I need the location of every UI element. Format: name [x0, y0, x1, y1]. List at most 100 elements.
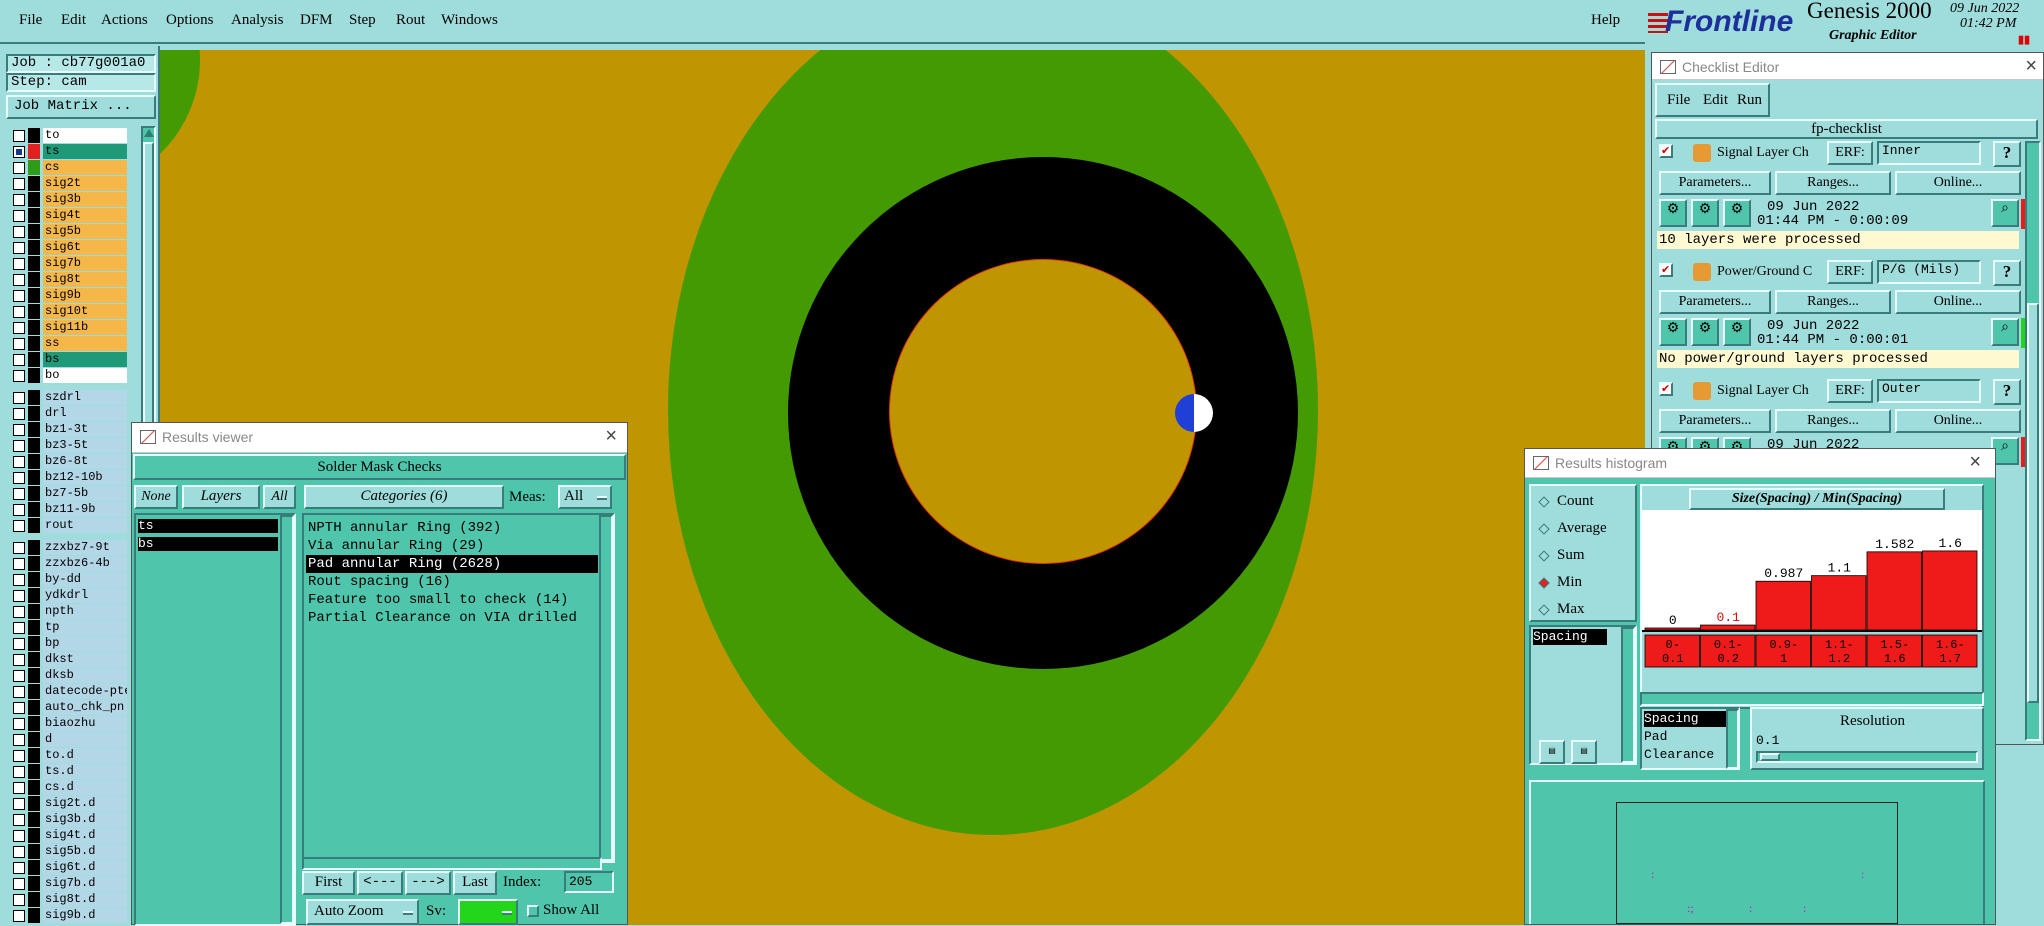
- layer-name[interactable]: drl: [43, 406, 127, 421]
- layer-name[interactable]: bz7-5b: [43, 486, 127, 501]
- job-matrix-button[interactable]: Job Matrix ...: [6, 95, 156, 119]
- layer-checkbox[interactable]: [13, 798, 25, 810]
- layer-row-board[interactable]: cs: [6, 160, 128, 175]
- action-enable-checkbox[interactable]: ✔: [1659, 144, 1673, 158]
- scroll-thumb[interactable]: [2027, 303, 2039, 703]
- layer-name[interactable]: bo: [43, 368, 127, 383]
- layer-checkbox[interactable]: [13, 878, 25, 890]
- layer-row-misc[interactable]: sig6t.d: [6, 860, 128, 875]
- layer-checkbox[interactable]: [13, 338, 25, 350]
- histogram-bar[interactable]: [1700, 624, 1756, 631]
- layer-row-misc[interactable]: sig7b.d: [6, 876, 128, 891]
- layer-list-scrollbar[interactable]: [280, 515, 294, 924]
- category-item[interactable]: Via annular Ring (29): [306, 537, 596, 555]
- histogram-bar[interactable]: [1866, 551, 1922, 631]
- layer-name[interactable]: bz12-10b: [43, 470, 127, 485]
- mode-radio-average[interactable]: Average: [1538, 519, 1635, 539]
- layer-color-swatch[interactable]: [28, 732, 40, 747]
- layer-color-swatch[interactable]: [28, 486, 40, 501]
- parameters-button[interactable]: Parameters...: [1659, 290, 1771, 314]
- layer-row-misc[interactable]: ts.d: [6, 764, 128, 779]
- online-button[interactable]: Online...: [1895, 171, 2021, 195]
- mode-radio-count[interactable]: Count: [1538, 492, 1635, 512]
- layer-color-swatch[interactable]: [28, 160, 40, 175]
- category-list[interactable]: NPTH annular Ring (392) Via annular Ring …: [302, 513, 615, 863]
- layer-name[interactable]: bz3-5t: [43, 438, 127, 453]
- menu-actions[interactable]: Actions: [101, 12, 148, 29]
- layer-color-swatch[interactable]: [28, 764, 40, 779]
- layer-row-board[interactable]: bo: [6, 368, 128, 383]
- layer-checkbox[interactable]: [13, 910, 25, 922]
- layer-checkbox[interactable]: [13, 504, 25, 516]
- categories-button[interactable]: Categories (6): [304, 485, 504, 509]
- erf-value[interactable]: Outer: [1877, 379, 1981, 403]
- layer-row-misc[interactable]: npth: [6, 604, 128, 619]
- ranges-button[interactable]: Ranges...: [1775, 409, 1891, 433]
- layer-name[interactable]: sig8t.d: [43, 892, 127, 907]
- layer-row-board[interactable]: ss: [6, 336, 128, 351]
- erf-value[interactable]: P/G (Mils): [1877, 260, 1981, 284]
- layer-color-swatch[interactable]: [28, 352, 40, 367]
- layer-color-swatch[interactable]: [28, 780, 40, 795]
- layer-name[interactable]: ydkdrl: [43, 588, 127, 603]
- layer-checkbox[interactable]: [13, 354, 25, 366]
- layer-row-misc[interactable]: cs.d: [6, 780, 128, 795]
- layer-results-list[interactable]: ts bs: [134, 513, 296, 926]
- layer-color-swatch[interactable]: [28, 192, 40, 207]
- layer-color-swatch[interactable]: [28, 652, 40, 667]
- measure-list-scrollbar[interactable]: [1726, 709, 1739, 769]
- layer-checkbox[interactable]: [13, 718, 25, 730]
- index-field[interactable]: 205: [564, 871, 614, 893]
- layer-checkbox[interactable]: [13, 370, 25, 382]
- layer-color-swatch[interactable]: [28, 470, 40, 485]
- layer-color-swatch[interactable]: [28, 336, 40, 351]
- menu-options[interactable]: Options: [166, 12, 214, 29]
- scroll-up-icon[interactable]: [144, 129, 154, 137]
- action-help-button[interactable]: ?: [1993, 379, 2021, 405]
- measure-item-clearance[interactable]: Clearance: [1644, 747, 1714, 762]
- layer-row-misc[interactable]: d: [6, 732, 128, 747]
- results-viewer-titlebar[interactable]: Results viewer ×: [132, 423, 627, 453]
- layer-name[interactable]: sig6t.d: [43, 860, 127, 875]
- erf-button[interactable]: ERF:: [1827, 141, 1873, 165]
- layer-row-misc[interactable]: zzxbz7-9t: [6, 540, 128, 555]
- action-name[interactable]: Signal Layer Ch: [1717, 383, 1809, 399]
- layer-row-board[interactable]: sig6t: [6, 240, 128, 255]
- layer-row-drill[interactable]: bz7-5b: [6, 486, 128, 501]
- layer-row-board[interactable]: sig7b: [6, 256, 128, 271]
- layer-checkbox[interactable]: [13, 574, 25, 586]
- layer-row-misc[interactable]: sig8t.d: [6, 892, 128, 907]
- layer-name[interactable]: bz11-9b: [43, 502, 127, 517]
- layer-name[interactable]: biaozhu: [43, 716, 127, 731]
- layer-checkbox[interactable]: [13, 456, 25, 468]
- layer-color-swatch[interactable]: [28, 208, 40, 223]
- layer-color-swatch[interactable]: [28, 272, 40, 287]
- layer-row-board[interactable]: sig9b: [6, 288, 128, 303]
- measure-list[interactable]: Spacing Pad Clearance: [1640, 707, 1740, 770]
- layer-color-swatch[interactable]: [28, 684, 40, 699]
- layer-checkbox[interactable]: [13, 440, 25, 452]
- checklist-titlebar[interactable]: Checklist Editor ×: [1652, 53, 2043, 80]
- layer-color-swatch[interactable]: [28, 256, 40, 271]
- close-icon[interactable]: ×: [1969, 451, 1981, 474]
- layer-checkbox[interactable]: [13, 162, 25, 174]
- resolution-slider[interactable]: [1756, 751, 1978, 763]
- layer-name[interactable]: dksb: [43, 668, 127, 683]
- layer-color-swatch[interactable]: [28, 406, 40, 421]
- layer-name[interactable]: ss: [43, 336, 127, 351]
- layer-row-misc[interactable]: dkst: [6, 652, 128, 667]
- layer-checkbox[interactable]: [13, 520, 25, 532]
- histogram-bar[interactable]: [1644, 627, 1700, 631]
- category-h-scrollbar[interactable]: [302, 857, 602, 870]
- layer-name[interactable]: sig8t: [43, 272, 127, 287]
- layer-name[interactable]: sig3b.d: [43, 812, 127, 827]
- layer-checkbox[interactable]: [13, 392, 25, 404]
- layer-name[interactable]: tp: [43, 620, 127, 635]
- layer-checkbox[interactable]: [13, 472, 25, 484]
- layer-row-misc[interactable]: tp: [6, 620, 128, 635]
- sv-color-select[interactable]: [458, 899, 518, 925]
- layer-color-swatch[interactable]: [28, 636, 40, 651]
- layer-row-misc[interactable]: zzxbz6-4b: [6, 556, 128, 571]
- layer-checkbox[interactable]: [13, 306, 25, 318]
- category-v-scrollbar[interactable]: [599, 515, 613, 861]
